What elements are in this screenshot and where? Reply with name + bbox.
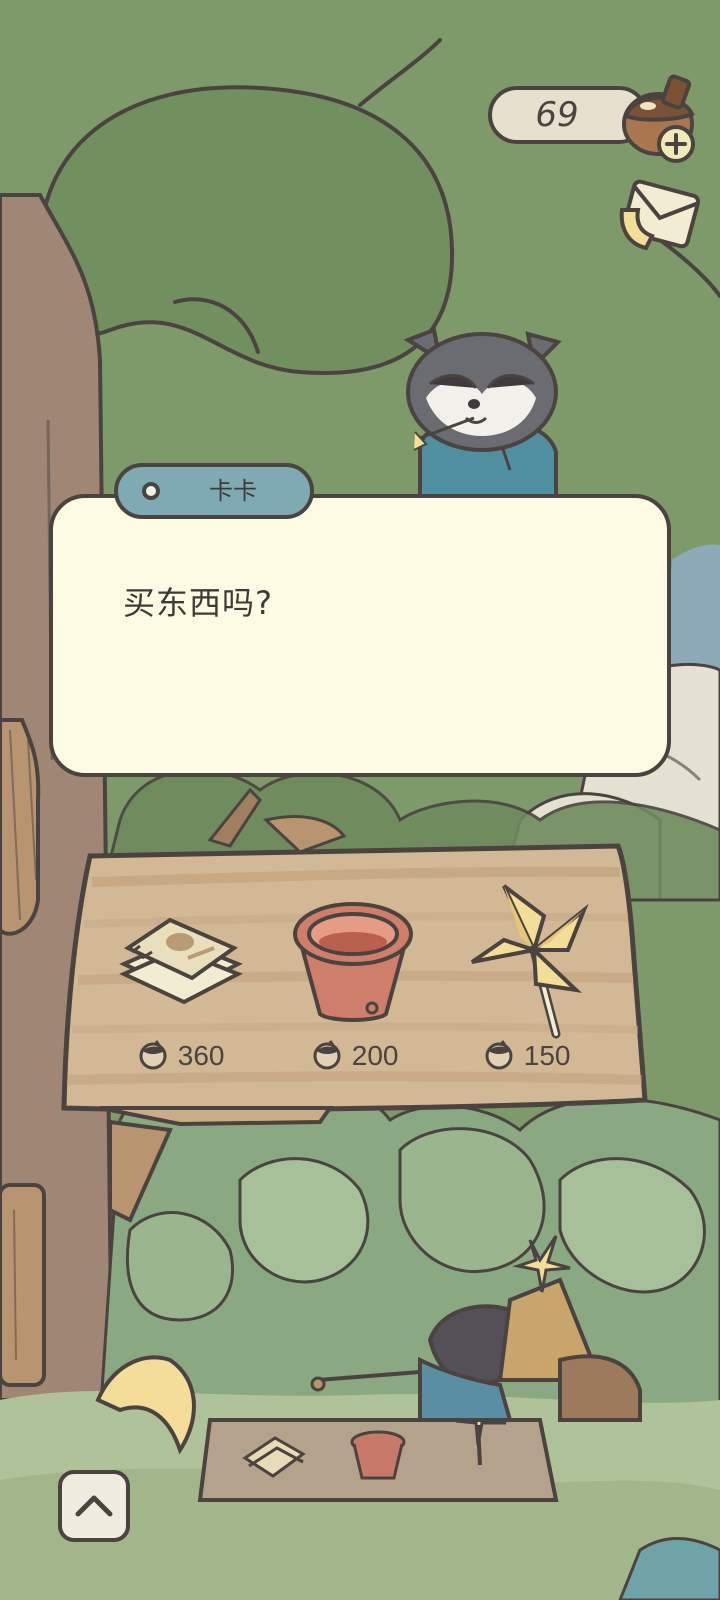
raccoon-kaka: [403, 327, 562, 502]
speaker-dot-icon: [142, 482, 160, 500]
dialog-text: 买东西吗?: [123, 584, 273, 622]
expand-button[interactable]: [58, 1470, 130, 1542]
price-tag-letter-paper: 360: [138, 1036, 225, 1076]
price-clay-pot: 200: [351, 1040, 399, 1071]
letter-paper-icon: [119, 917, 243, 1005]
clay-pot-icon: [293, 902, 413, 1022]
acorn-add-button[interactable]: [618, 70, 710, 166]
shop-item-pinwheel[interactable]: [464, 880, 594, 1040]
shop-item-clay-pot[interactable]: [290, 896, 416, 1026]
acorn-count: 69: [535, 95, 579, 135]
acorn-icon: [622, 74, 695, 163]
speaker-name: 卡卡: [209, 477, 257, 505]
shop-item-letter-paper[interactable]: [118, 908, 248, 1018]
price-tag-pinwheel: 150: [484, 1036, 571, 1076]
mail-button[interactable]: [612, 178, 708, 264]
price-pinwheel: 150: [523, 1040, 571, 1071]
acorn-icon: [139, 1040, 167, 1070]
price-tag-clay-pot: 200: [312, 1036, 399, 1076]
speaker-name-tab: 卡卡: [114, 463, 314, 519]
acorn-icon: [485, 1040, 513, 1070]
mail-icon: [619, 179, 701, 251]
pinwheel-icon: [470, 884, 589, 1039]
price-letter-paper: 360: [177, 1040, 225, 1071]
acorn-icon: [313, 1040, 341, 1070]
dialog-box[interactable]: 买东西吗?: [49, 494, 671, 777]
mini-pot-icon: [350, 1430, 406, 1480]
chevron-up-icon: [75, 1495, 113, 1517]
